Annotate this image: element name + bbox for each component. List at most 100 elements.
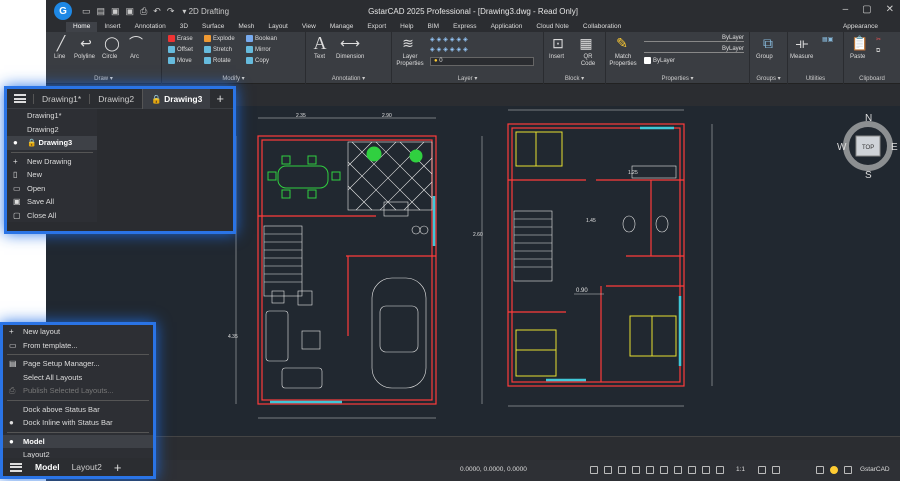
annotation-scale[interactable]: 1:1 <box>736 466 745 473</box>
viewcube-west[interactable]: W <box>837 142 847 153</box>
mirror-button[interactable]: Mirror <box>246 46 271 53</box>
tab-collaboration[interactable]: Collaboration <box>576 22 628 32</box>
tab-home[interactable]: Home <box>66 22 98 32</box>
app-logo-icon[interactable]: G <box>54 2 72 20</box>
command-line[interactable] <box>46 436 900 460</box>
transparency-icon[interactable] <box>702 466 710 474</box>
annotation-panel-title[interactable]: Annotation ▾ <box>306 75 391 82</box>
layout-menu-hamburger-icon[interactable] <box>10 462 22 472</box>
copy-clip-icon[interactable]: ⧉ <box>876 48 880 55</box>
qr-code-icon[interactable]: ▦ <box>576 34 596 52</box>
layout-tab-model[interactable]: Model <box>29 462 66 472</box>
tab-bim[interactable]: BIM <box>421 22 447 32</box>
doc-menu-hamburger-icon[interactable] <box>14 94 26 103</box>
save-icon[interactable]: ▣ <box>111 6 120 17</box>
properties-panel-title[interactable]: Properties ▾ <box>606 75 749 82</box>
lineweight-icon[interactable] <box>688 466 696 474</box>
arc-button[interactable]: Arc <box>130 54 139 60</box>
saveas-icon[interactable]: ▣ <box>126 6 135 17</box>
polyline-icon[interactable]: ↩ <box>76 34 96 52</box>
menu-new-drawing[interactable]: + New Drawing <box>7 155 97 169</box>
viewcube-north[interactable]: N <box>865 113 872 124</box>
tab-application[interactable]: Application <box>484 22 530 32</box>
menu-model[interactable]: ● Model <box>3 434 153 448</box>
dimension-icon[interactable]: ⟷ <box>340 34 360 52</box>
tab-help[interactable]: Help <box>393 22 420 32</box>
linetype-dropdown[interactable]: ByLayer <box>644 46 744 53</box>
new-tab-plus-icon[interactable]: + <box>216 91 224 106</box>
layer-panel-title[interactable]: Layer ▾ <box>392 75 543 82</box>
tab-annotation[interactable]: Annotation <box>128 22 173 32</box>
osnap-icon[interactable] <box>646 466 654 474</box>
cloud-icon[interactable] <box>844 466 852 474</box>
menu-new-layout[interactable]: + New layout <box>3 325 153 339</box>
layer-tools-row1-icon[interactable]: ◈◈◈◈◈◈ <box>430 36 470 43</box>
circle-icon[interactable]: ◯ <box>102 34 122 52</box>
match-properties-button[interactable]: Match Properties <box>608 54 638 68</box>
erase-button[interactable]: Erase <box>168 35 193 42</box>
insert-icon[interactable]: ⊡ <box>548 34 568 52</box>
tab-surface[interactable]: Surface <box>195 22 231 32</box>
lightbulb-status-icon[interactable] <box>830 466 838 474</box>
current-layer-dropdown[interactable]: ● 0 <box>430 57 534 66</box>
doc-tab-drawing2[interactable]: Drawing2 <box>89 93 142 104</box>
measure-icon[interactable]: ⟛ <box>792 34 812 52</box>
text-icon[interactable]: A <box>310 33 330 53</box>
layout-tab-layout2[interactable]: Layout2 <box>66 462 108 472</box>
circle-button[interactable]: Circle <box>102 54 117 60</box>
open-icon[interactable]: ▤ <box>97 6 106 17</box>
menu-new[interactable]: ▯ New <box>7 168 97 182</box>
user-account[interactable]: GstarCAD <box>860 466 890 473</box>
utilities-panel-title[interactable]: Utilities <box>788 76 843 82</box>
rotate-button[interactable]: Rotate <box>204 57 231 64</box>
settings-gear-icon[interactable] <box>816 466 824 474</box>
appearance-menu[interactable]: Appearance <box>843 22 878 32</box>
tab-cloud-note[interactable]: Cloud Note <box>529 22 576 32</box>
doc-tab-drawing1[interactable]: Drawing1* <box>33 93 89 104</box>
dyn-icon[interactable] <box>674 466 682 474</box>
menu-close-all[interactable]: ▢ Close All <box>7 209 97 223</box>
menu-dock-inline-status-bar[interactable]: ● Dock Inline with Status Bar <box>3 416 153 430</box>
measure-button[interactable]: Measure <box>790 54 813 60</box>
dimension-button[interactable]: Dimension <box>336 54 364 60</box>
tab-export[interactable]: Export <box>360 22 393 32</box>
tab-view[interactable]: View <box>295 22 323 32</box>
draw-panel-title[interactable]: Draw ▾ <box>46 75 161 82</box>
viewcube-east[interactable]: E <box>891 142 898 153</box>
menu-save-all[interactable]: ▣ Save All <box>7 195 97 209</box>
boolean-button[interactable]: Boolean <box>246 35 277 42</box>
stretch-button[interactable]: Stretch <box>204 46 232 53</box>
explode-button[interactable]: Explode <box>204 35 235 42</box>
otrack-icon[interactable] <box>660 466 668 474</box>
close-icon[interactable]: ✕ <box>886 4 894 15</box>
match-properties-icon[interactable]: ✎ <box>612 34 632 52</box>
doc-tab-drawing3[interactable]: 🔒 Drawing3 <box>142 88 211 109</box>
annotation-visibility-icon[interactable] <box>758 466 766 474</box>
minimize-icon[interactable]: – <box>843 4 849 15</box>
polar-icon[interactable] <box>632 466 640 474</box>
line-icon[interactable]: ╱ <box>51 34 71 52</box>
lineweight-dropdown[interactable]: ByLayer <box>644 57 744 64</box>
paste-button[interactable]: Paste <box>850 54 865 60</box>
group-button[interactable]: Group <box>756 54 773 60</box>
new-layout-plus-icon[interactable]: + <box>114 460 122 475</box>
viewcube-south[interactable]: S <box>865 170 872 181</box>
group-icon[interactable]: ⧉ <box>758 34 778 52</box>
copy-button[interactable]: Copy <box>246 57 269 64</box>
block-panel-title[interactable]: Block ▾ <box>544 75 605 82</box>
menu-page-setup-manager[interactable]: ▤ Page Setup Manager... <box>3 357 153 371</box>
menu-from-template[interactable]: ▭ From template... <box>3 339 153 353</box>
utility-tools-icon[interactable]: ▦▣ <box>822 36 833 43</box>
arc-icon[interactable]: ⌒ <box>126 34 146 52</box>
tab-3d[interactable]: 3D <box>173 22 195 32</box>
tab-layout[interactable]: Layout <box>261 22 295 32</box>
clipboard-panel-title[interactable]: Clipboard <box>844 76 900 82</box>
tab-mesh[interactable]: Mesh <box>231 22 261 32</box>
maximize-icon[interactable]: ▢ <box>862 4 871 15</box>
paste-icon[interactable]: 📋 <box>850 34 870 52</box>
new-icon[interactable]: ▭ <box>82 6 91 17</box>
offset-button[interactable]: Offset <box>168 46 193 53</box>
undo-icon[interactable]: ↶ <box>153 6 161 17</box>
groups-panel-title[interactable]: Groups ▾ <box>750 75 787 82</box>
doc-menu-item-drawing2[interactable]: Drawing2 <box>7 123 97 137</box>
